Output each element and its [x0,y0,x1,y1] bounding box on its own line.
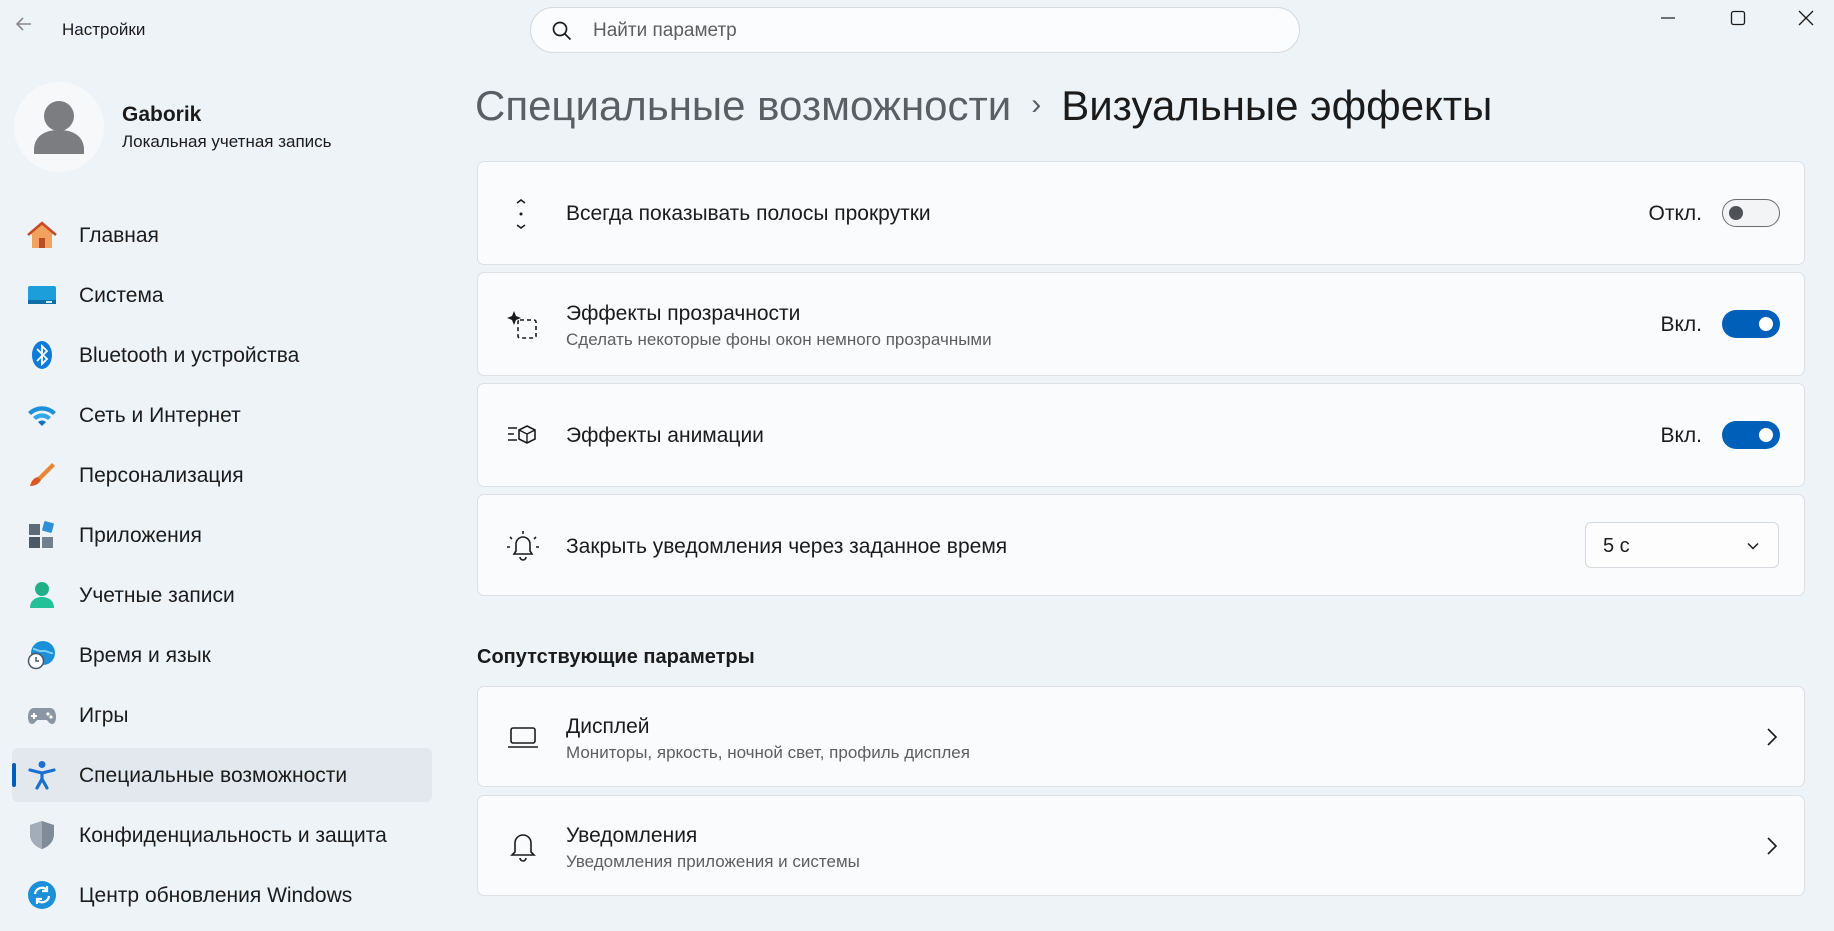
scrollbar-icon [516,199,526,229]
sidebar-item-accounts[interactable]: Учетные записи [12,568,432,622]
sidebar-item-label: Приложения [79,524,202,547]
animation-toggle[interactable] [1722,421,1780,449]
sidebar-item-label: Центр обновления Windows [79,884,353,907]
accessibility-icon [28,761,56,790]
close-icon [1798,10,1814,26]
apps-icon [29,521,54,548]
update-icon [28,881,56,909]
brush-icon [30,463,55,486]
app-title: Настройки [62,20,146,39]
chevron-down-icon [1747,542,1759,550]
notification-timer-icon [507,531,539,561]
dropdown-selected-value: 5 с [1603,535,1630,557]
minimize-button[interactable] [1640,0,1696,36]
avatar [14,82,104,172]
back-button[interactable] [10,14,38,42]
sidebar-item-apps[interactable]: Приложения [12,508,432,562]
sidebar-item-label: Конфиденциальность и защита [79,824,387,847]
sidebar-nav: Главная Система Bluetooth и устройства С… [12,208,432,928]
sidebar-item-privacy[interactable]: Конфиденциальность и защита [12,808,432,862]
wifi-icon [28,406,56,426]
user-profile[interactable]: Gaborik Локальная учетная запись [14,82,434,172]
related-item-title: Дисплей [566,715,650,738]
setting-title: Эффекты анимации [566,424,764,447]
person-icon [30,582,54,608]
related-settings-heading: Сопутствующие параметры [477,646,755,668]
maximize-icon [1730,10,1746,26]
account-type: Локальная учетная запись [122,132,332,151]
setting-transparency-card: Эффекты прозрачности Сделать некоторые ф… [477,272,1805,376]
sidebar-item-label: Игры [79,704,129,727]
breadcrumb: Специальные возможности › Визуальные эффек… [475,82,1492,132]
close-button[interactable] [1778,0,1834,36]
user-avatar-icon [34,101,84,154]
bluetooth-icon [32,341,52,369]
gamepad-icon [28,708,56,724]
breadcrumb-separator: › [1031,88,1042,121]
related-display-card[interactable]: Дисплей Мониторы, яркость, ночной свет, … [477,686,1805,787]
toggle-state-label: Откл. [1648,202,1702,225]
setting-description: Сделать некоторые фоны окон немного проз… [566,330,992,349]
related-notifications-card[interactable]: Уведомления Уведомления приложения и сис… [477,795,1805,896]
related-item-description: Уведомления приложения и системы [566,852,860,871]
sidebar-item-label: Главная [79,224,159,247]
scrollbars-toggle[interactable] [1722,199,1780,227]
setting-title: Эффекты прозрачности [566,302,801,325]
setting-animation-card: Эффекты анимации Вкл. [477,383,1805,487]
search-input[interactable] [591,8,1275,54]
sidebar-item-windows-update[interactable]: Центр обновления Windows [12,868,432,922]
user-name: Gaborik [122,103,202,126]
sidebar-item-time-language[interactable]: Время и язык [12,628,432,682]
arrow-left-icon [15,17,31,31]
sidebar-item-home[interactable]: Главная [12,208,432,262]
laptop-icon [508,727,538,748]
setting-scrollbars-card: Всегда показывать полосы прокрутки Откл. [477,161,1805,265]
sidebar-item-label: Время и язык [79,644,211,667]
sidebar-item-label: Персонализация [79,464,244,487]
sidebar-item-label: Bluetooth и устройства [79,344,300,367]
selection-indicator [12,763,16,787]
transparency-toggle[interactable] [1722,310,1780,338]
sidebar-item-label: Сеть и Интернет [79,404,241,427]
breadcrumb-parent-link[interactable]: Специальные возможности [475,82,1011,129]
minimize-icon [1661,17,1675,19]
related-item-title: Уведомления [566,824,698,847]
sidebar-item-personalization[interactable]: Персонализация [12,448,432,502]
setting-notification-timeout-card: Закрыть уведомления через заданное время… [477,494,1805,596]
notification-timeout-dropdown[interactable]: 5 с [1585,522,1779,568]
toggle-knob [1759,317,1773,331]
search-box[interactable] [530,7,1300,54]
maximize-button[interactable] [1710,0,1766,36]
bell-icon [510,834,536,862]
setting-title: Закрыть уведомления через заданное время [566,535,1008,558]
sidebar-item-label: Учетные записи [79,584,235,607]
globe-clock-icon [27,641,55,670]
page-title: Визуальные эффекты [1061,82,1493,129]
toggle-state-label: Вкл. [1660,424,1702,447]
toggle-state-label: Вкл. [1660,313,1702,336]
related-item-description: Мониторы, яркость, ночной свет, профиль … [566,743,970,762]
sidebar-item-label: Специальные возможности [79,764,348,787]
toggle-knob [1759,428,1773,442]
home-icon [27,221,57,248]
sidebar-item-bluetooth[interactable]: Bluetooth и устройства [12,328,432,382]
shield-icon [30,821,54,849]
transparency-icon [507,311,537,339]
chevron-right-icon [1767,837,1778,855]
animation-icon [508,425,536,444]
toggle-knob [1729,206,1743,220]
system-icon [28,286,56,304]
sidebar-item-label: Система [79,284,164,307]
search-icon [552,21,572,41]
title-bar: Настройки [0,0,1834,62]
chevron-right-icon [1767,728,1778,746]
sidebar-item-system[interactable]: Система [12,268,432,322]
setting-title: Всегда показывать полосы прокрутки [566,202,931,225]
sidebar-item-accessibility[interactable]: Специальные возможности [12,748,432,802]
sidebar-item-gaming[interactable]: Игры [12,688,432,742]
sidebar-item-network[interactable]: Сеть и Интернет [12,388,432,442]
